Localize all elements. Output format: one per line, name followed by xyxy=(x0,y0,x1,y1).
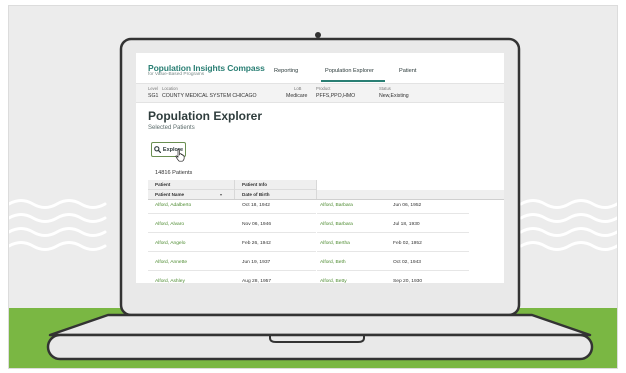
row-divider xyxy=(148,213,316,214)
row-divider xyxy=(148,251,316,252)
level-label: Level xyxy=(148,86,159,91)
column-divider xyxy=(234,180,235,199)
level-value: SG1 xyxy=(148,93,159,99)
row-divider xyxy=(317,213,469,214)
page-title: Population Explorer xyxy=(148,109,263,123)
location-value: COUNTY MEDICAL SYSTEM CHICAGO xyxy=(162,93,257,99)
patient-dob: Nov 06, 1946 xyxy=(242,222,272,227)
table-group-header xyxy=(148,180,316,190)
nav-link-patient[interactable]: Patient xyxy=(399,68,416,74)
row-divider xyxy=(317,232,469,233)
context-info-bar: Level SG1 Location COUNTY MEDICAL SYSTEM… xyxy=(136,84,504,103)
column-header-date-of-birth[interactable]: Date of Birth xyxy=(242,192,270,197)
active-tab-indicator xyxy=(321,80,385,82)
patient-dob: Oct 02, 1943 xyxy=(393,260,422,265)
patient-dob: Feb 26, 1942 xyxy=(242,241,271,246)
camera-icon xyxy=(315,32,321,38)
location-label: Location xyxy=(162,86,178,91)
laptop-screen: Population Insights Compass for Value-Ba… xyxy=(136,53,504,283)
patient-name-link[interactable]: Alford, Barbara xyxy=(320,222,353,227)
group-header-patient: Patient xyxy=(155,182,171,187)
lob-label: LoB xyxy=(294,86,302,91)
row-divider xyxy=(148,270,316,271)
patient-name-link[interactable]: Alford, Betty xyxy=(320,279,347,283)
row-divider xyxy=(317,270,469,271)
product-label: Product xyxy=(316,86,331,91)
patient-name-link[interactable]: Alford, Ashley xyxy=(155,279,185,283)
patient-dob: Jun 06, 1952 xyxy=(393,203,422,208)
hand-cursor-icon xyxy=(175,149,185,162)
group-header-patient-info: Patient Info xyxy=(242,182,268,187)
patient-name-link[interactable]: Alford, Barbara xyxy=(320,203,353,208)
column-header-patient-name[interactable]: Patient Name xyxy=(155,192,184,197)
patient-dob: Jun 19, 1937 xyxy=(242,260,271,265)
lob-value: Medicare xyxy=(286,93,308,99)
patient-name-link[interactable]: Alford, Bertha xyxy=(320,241,350,246)
row-divider xyxy=(317,251,469,252)
status-label: Status xyxy=(379,86,391,91)
status-value: New,Existing xyxy=(379,93,409,99)
patient-dob: Feb 02, 1952 xyxy=(393,241,422,246)
column-divider xyxy=(316,180,317,199)
top-nav: Population Insights Compass for Value-Ba… xyxy=(136,53,504,84)
patient-name-link[interactable]: Alford, Angelo xyxy=(155,241,185,246)
patient-name-link[interactable]: Alford, Adalberto xyxy=(155,203,191,208)
patient-dob: Oct 18, 1942 xyxy=(242,203,271,208)
patient-name-link[interactable]: Alford, Alvaro xyxy=(155,222,184,227)
table-column-header xyxy=(148,190,504,200)
page-subtitle: Selected Patients xyxy=(148,125,195,131)
patient-name-link[interactable]: Alford, Beth xyxy=(320,260,346,265)
patient-dob: Sep 20, 1930 xyxy=(393,279,423,283)
row-divider xyxy=(148,232,316,233)
search-icon xyxy=(154,146,161,153)
app-subtitle: for Value-Based Programs xyxy=(148,72,205,77)
nav-link-population-explorer[interactable]: Population Explorer xyxy=(325,68,374,74)
patient-dob: Aug 28, 1957 xyxy=(242,279,272,283)
nav-link-reporting[interactable]: Reporting xyxy=(274,68,298,74)
patient-count: 14816 Patients xyxy=(155,170,193,176)
sort-down-icon[interactable]: ▾ xyxy=(220,192,222,197)
patient-dob: Jul 18, 1930 xyxy=(393,222,420,227)
product-value: PFFS,PPO,HMO xyxy=(316,93,356,99)
patient-name-link[interactable]: Alford, Annette xyxy=(155,260,187,265)
